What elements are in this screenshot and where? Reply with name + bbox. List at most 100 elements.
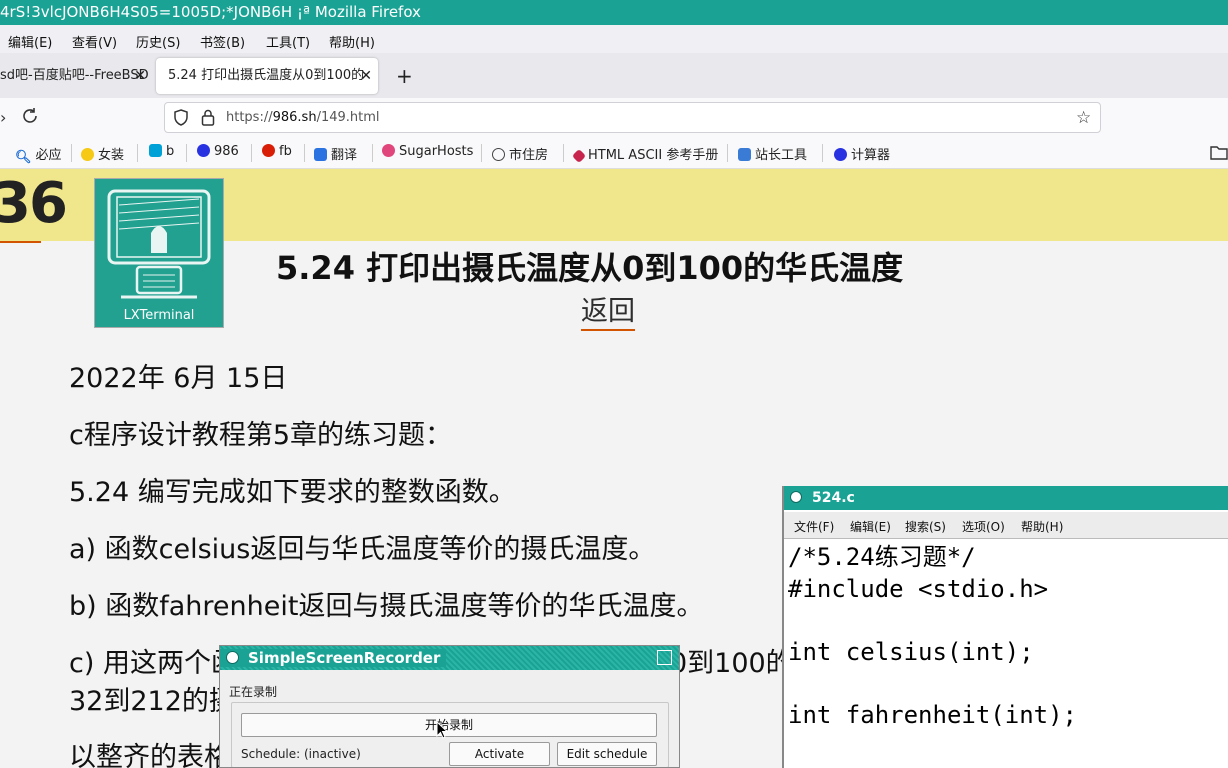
menu-edit[interactable]: 编辑(E) <box>8 32 52 51</box>
paw-icon <box>197 144 210 157</box>
menu-view[interactable]: 查看(V) <box>72 32 117 51</box>
search-icon: 🔍︎ <box>15 150 32 165</box>
new-tab-button[interactable]: + <box>396 58 416 94</box>
face-icon <box>81 148 94 161</box>
divider <box>251 144 252 162</box>
bookmark-label: HTML ASCII 参考手册 <box>588 148 719 163</box>
maximize-icon[interactable] <box>657 650 672 665</box>
bookmark-label: fb <box>279 144 292 159</box>
nav-bar: › https://986.sh/149.html ☆ <box>0 98 1228 138</box>
editor-titlebar[interactable]: 524.c <box>784 486 1228 510</box>
article-paragraph: 5.24 编写完成如下要求的整数函数。 <box>69 477 516 508</box>
bookmark-label: 站长工具 <box>755 148 808 163</box>
shield-icon[interactable] <box>173 109 189 130</box>
menu-history[interactable]: 历史(S) <box>136 32 180 51</box>
editor-menu-edit[interactable]: 编辑(E) <box>850 518 891 535</box>
bookmark-item[interactable]: 计算器 <box>834 144 890 163</box>
divider <box>727 144 728 162</box>
html-icon <box>571 148 587 164</box>
reload-icon[interactable] <box>21 107 39 129</box>
start-recording-button[interactable]: 开始录制 <box>241 713 657 737</box>
globe-icon <box>492 148 505 161</box>
bookmark-item[interactable]: SugarHosts <box>382 144 473 159</box>
article-title: 5.24 打印出摄氏温度从0到100的华氏温度 <box>276 249 904 287</box>
divider <box>372 144 373 162</box>
recorder-window: SimpleScreenRecorder 正在录制 开始录制 Schedule:… <box>219 645 680 768</box>
article-paragraph: 32到212的摄 <box>69 686 236 717</box>
article-paragraph: b) 函数fahrenheit返回与摄氏温度等价的华氏温度。 <box>69 591 704 622</box>
editor-menu-help[interactable]: 帮助(H) <box>1021 518 1063 535</box>
menu-bookmarks[interactable]: 书签(B) <box>200 32 245 51</box>
url-domain: 986.sh <box>272 110 317 125</box>
site-logo-underline <box>0 241 41 243</box>
bookmark-label: 市住房 <box>509 148 549 163</box>
bookmark-item[interactable]: b <box>149 144 174 159</box>
tab-label: sd吧-百度贴吧--FreeBSD <box>0 68 149 83</box>
menu-help[interactable]: 帮助(H) <box>329 32 375 51</box>
bookmark-item[interactable]: fb <box>262 144 292 159</box>
window-titlebar: 4rS!3vlcJONB6H4S05=1005D;*JONB6H ¡ª Mozi… <box>0 0 1228 25</box>
recorder-titlebar[interactable]: SimpleScreenRecorder <box>220 646 679 670</box>
bookmark-item[interactable]: 市住房 <box>492 144 548 163</box>
bookmark-item[interactable]: 翻译 <box>314 144 357 163</box>
paw-icon <box>834 148 847 161</box>
divider <box>186 144 187 162</box>
tab-strip: sd吧-百度贴吧--FreeBSD ✕ 5.24 打印出摄氏温度从0到100的 … <box>0 53 1228 98</box>
mouse-cursor-icon <box>436 721 448 739</box>
url-path: /149.html <box>316 110 380 125</box>
tool-icon <box>738 148 751 161</box>
forward-icon[interactable]: › <box>0 108 6 127</box>
bookmark-label: 翻译 <box>331 148 358 163</box>
bookmark-item[interactable]: 986 <box>197 144 239 159</box>
bookmark-item[interactable]: 女装 <box>81 144 124 163</box>
bookmark-label: 女装 <box>98 148 125 163</box>
schedule-label: Schedule: (inactive) <box>241 747 361 761</box>
bookmark-item[interactable]: 站长工具 <box>738 144 807 163</box>
editor-menu-file[interactable]: 文件(F) <box>794 518 834 535</box>
close-icon[interactable]: ✕ <box>134 58 146 94</box>
activate-schedule-button[interactable]: Activate schedule <box>449 742 550 766</box>
divider <box>137 144 138 162</box>
edit-schedule-button[interactable]: Edit schedule <box>557 742 657 766</box>
lxterminal-logo: LXTerminal <box>94 178 224 328</box>
menu-bar: 编辑(E) 查看(V) 历史(S) 书签(B) 工具(T) 帮助(H) <box>0 25 1228 53</box>
url-prefix: https:// <box>226 110 273 125</box>
weibo-icon <box>262 144 275 157</box>
editor-menu-bar: 文件(F) 编辑(E) 搜索(S) 选项(O) 帮助(H) <box>784 512 1228 539</box>
site-logo-text[interactable]: 36 <box>0 171 68 236</box>
article-paragraph: c程序设计教程第5章的练习题： <box>69 420 453 451</box>
back-link[interactable]: 返回 <box>581 295 635 331</box>
editor-menu-options[interactable]: 选项(O) <box>962 518 1005 535</box>
window-title: 4rS!3vlcJONB6H4S05=1005D;*JONB6H ¡ª Mozi… <box>0 3 421 21</box>
code-editor[interactable]: /*5.24练习题*/ #include <stdio.h> int celsi… <box>788 542 1077 731</box>
divider <box>481 144 482 162</box>
recording-status: 正在录制 <box>229 685 278 699</box>
url-bar[interactable]: https://986.sh/149.html ☆ <box>164 102 1101 133</box>
bilibili-icon <box>149 144 162 157</box>
article-paragraph: a) 函数celsius返回与华氏温度等价的摄氏温度。 <box>69 534 656 565</box>
star-icon[interactable]: ☆ <box>1076 108 1091 128</box>
article-date: 2022年 6月 15日 <box>69 363 288 394</box>
lock-icon[interactable] <box>201 109 215 130</box>
logo-label: LXTerminal <box>123 308 195 323</box>
editor-menu-search[interactable]: 搜索(S) <box>905 518 946 535</box>
bookmark-label: SugarHosts <box>399 144 474 159</box>
url-text: https://986.sh/149.html <box>226 110 380 125</box>
editor-window: 524.c 文件(F) 编辑(E) 搜索(S) 选项(O) 帮助(H) /*5.… <box>782 486 1228 768</box>
bookmark-item[interactable]: 🔍︎ 必应 <box>15 144 62 165</box>
divider <box>304 144 305 162</box>
folder-icon[interactable] <box>1210 145 1228 164</box>
window-menu-icon[interactable] <box>790 491 802 503</box>
tab-active[interactable]: 5.24 打印出摄氏温度从0到100的 ✕ <box>156 58 378 94</box>
terminal-icon <box>107 189 211 299</box>
editor-title: 524.c <box>812 490 855 506</box>
menu-tools[interactable]: 工具(T) <box>266 32 310 51</box>
close-icon[interactable]: ✕ <box>360 58 372 94</box>
divider <box>71 144 72 162</box>
bookmark-label: 计算器 <box>851 148 891 163</box>
window-menu-icon[interactable] <box>226 651 239 664</box>
tab-baidu-tieba[interactable]: sd吧-百度贴吧--FreeBSD ✕ <box>0 58 152 94</box>
bookmarks-bar: 🔍︎ 必应 女装 b 986 fb 翻译 SugarHosts 市住房 HTML … <box>0 138 1228 169</box>
bookmark-item[interactable]: HTML ASCII 参考手册 <box>571 144 719 164</box>
divider <box>563 144 564 162</box>
